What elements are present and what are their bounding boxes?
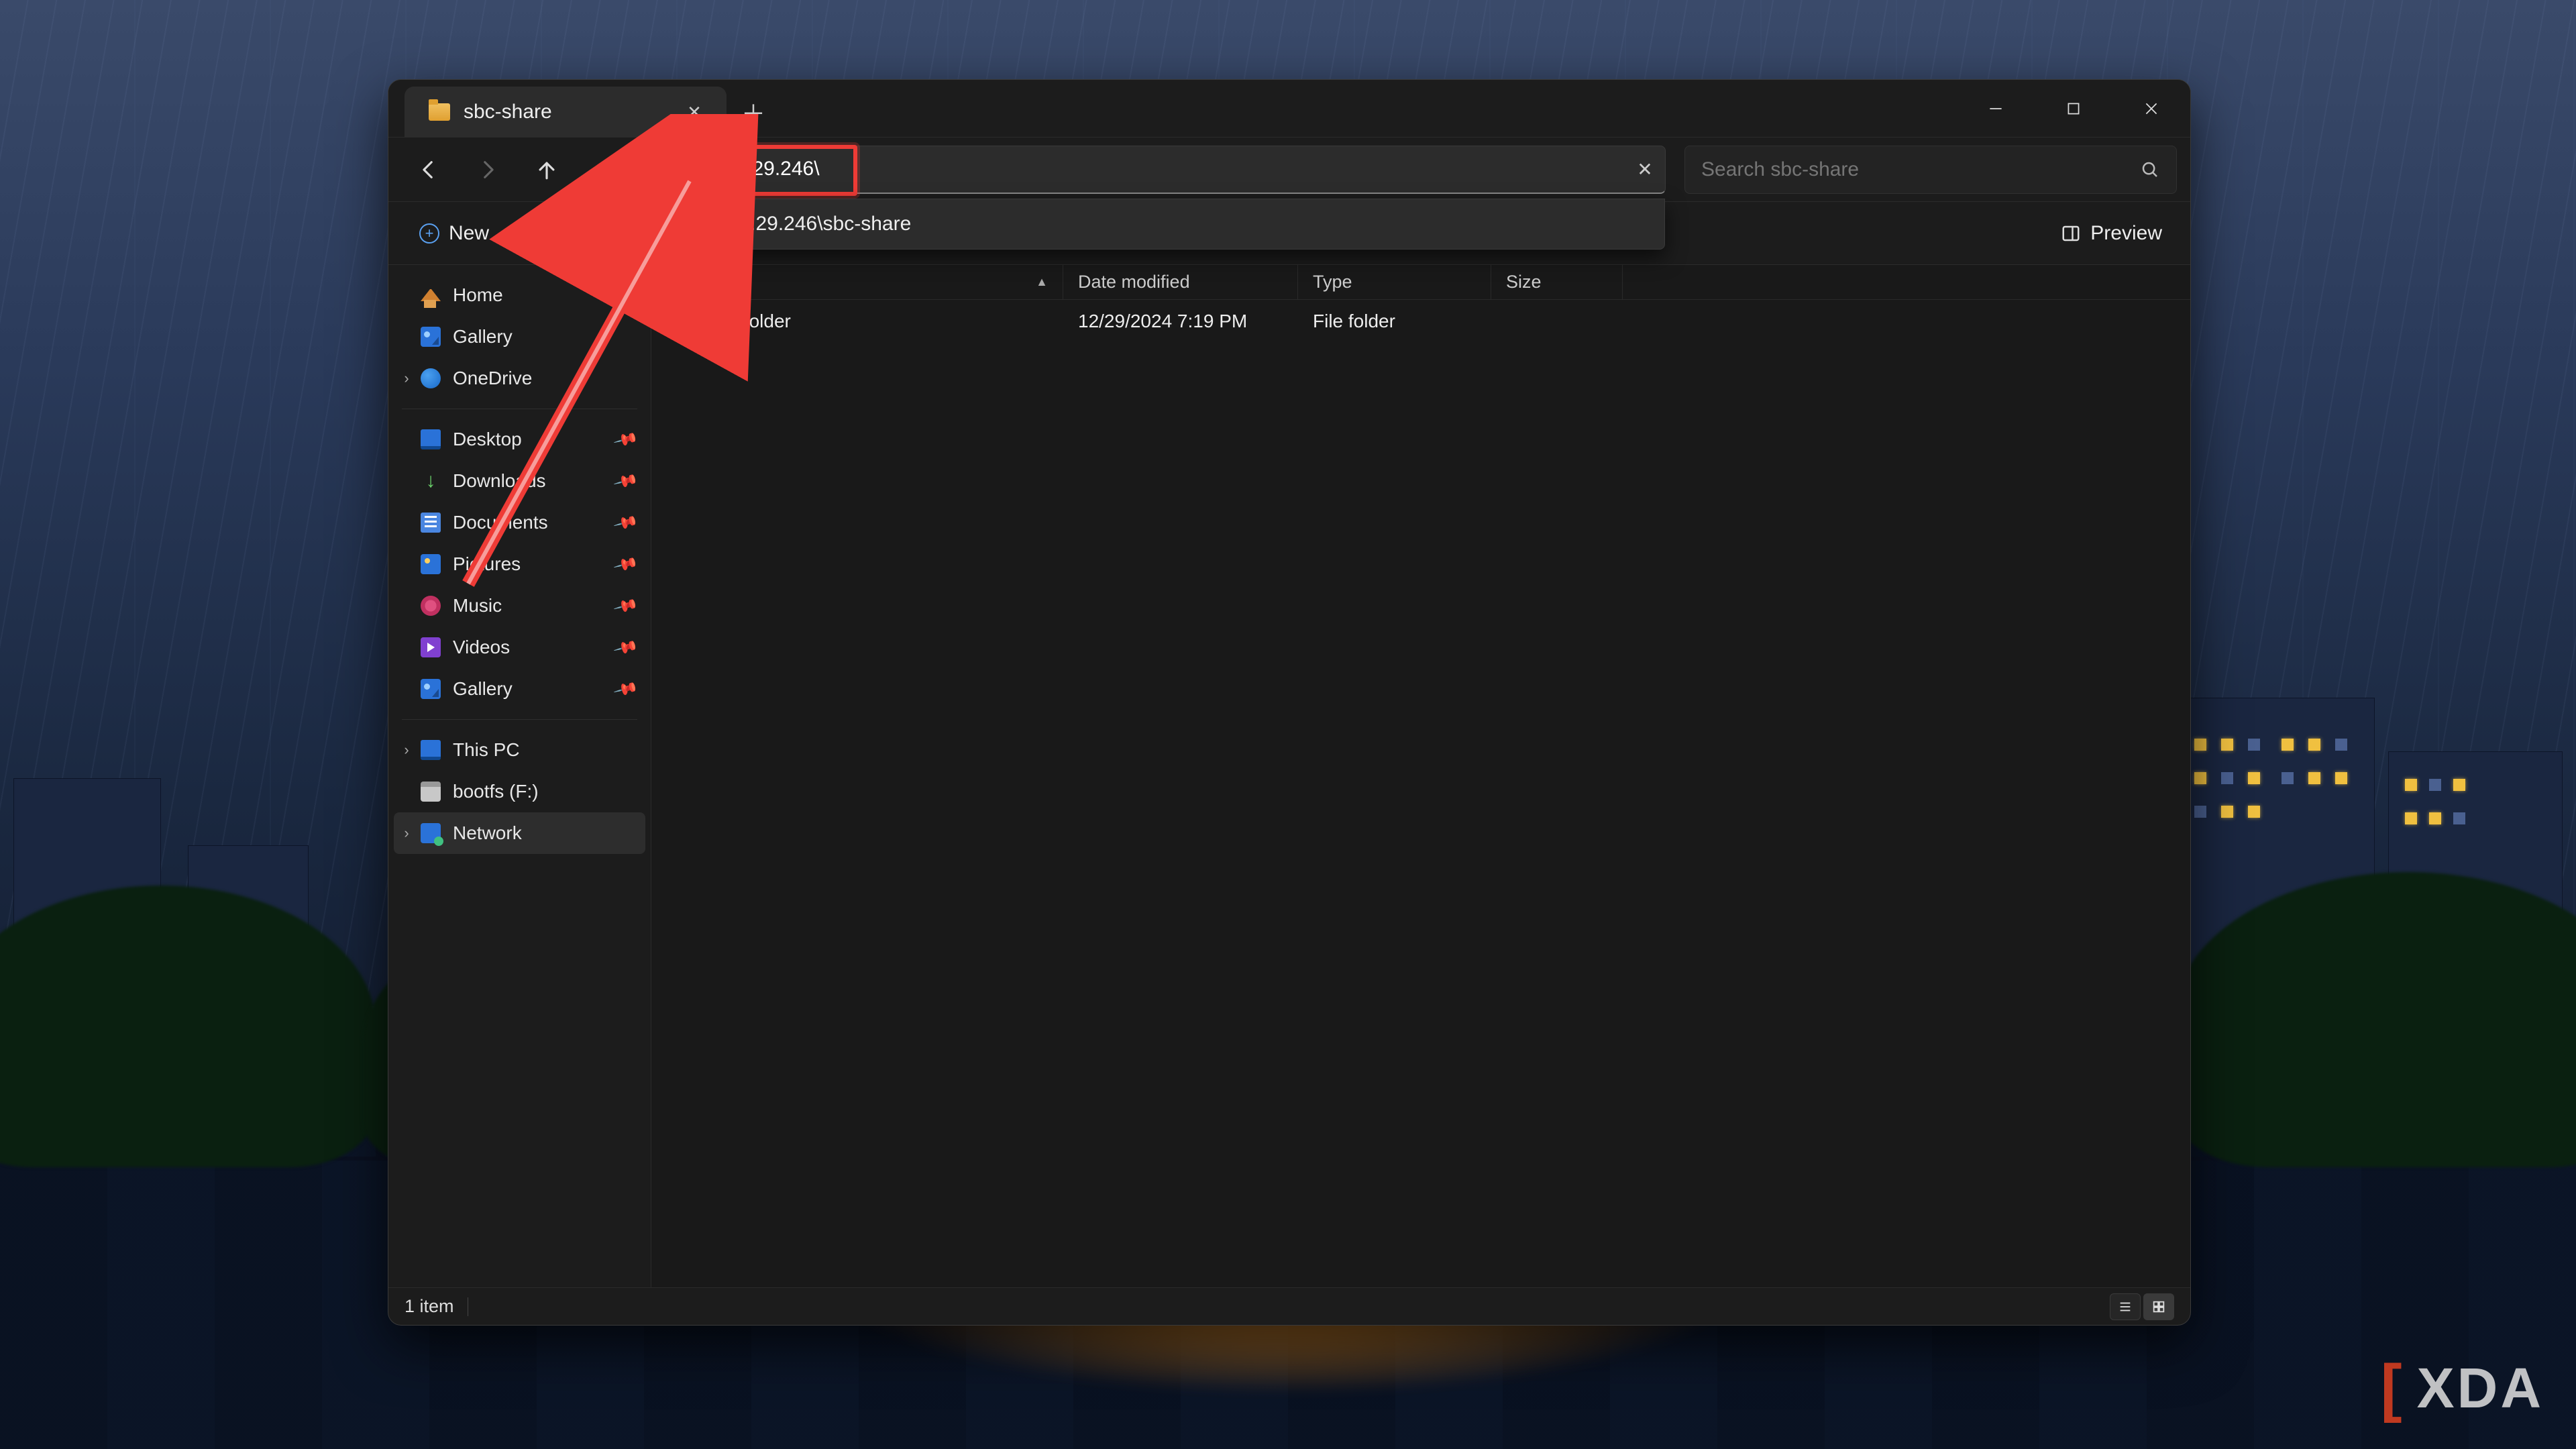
onedrive-icon bbox=[421, 368, 441, 388]
drive-icon bbox=[421, 782, 441, 802]
maximize-button[interactable] bbox=[2035, 80, 2112, 137]
network-icon bbox=[421, 823, 441, 843]
sidebar-item-pictures[interactable]: Pictures📌 bbox=[394, 543, 645, 585]
address-suggestion-item[interactable]: \\192.168.29.246\sbc-share bbox=[647, 199, 1664, 249]
file-row[interactable]: New folder 12/29/2024 7:19 PM File folde… bbox=[651, 300, 2190, 343]
downloads-icon: ↓ bbox=[421, 471, 441, 491]
folder-icon bbox=[429, 103, 450, 121]
sidebar-item-documents[interactable]: Documents📌 bbox=[394, 502, 645, 543]
sidebar-item-home[interactable]: Home bbox=[394, 274, 645, 316]
column-header-size[interactable]: Size bbox=[1491, 265, 1623, 299]
tab-active[interactable]: sbc-share ✕ bbox=[405, 87, 727, 138]
gallery-icon bbox=[421, 327, 441, 347]
preview-label: Preview bbox=[2090, 222, 2162, 245]
new-tab-button[interactable]: ＋ bbox=[727, 87, 780, 137]
column-header-name[interactable]: Name▲ bbox=[651, 265, 1063, 299]
sidebar-divider bbox=[402, 719, 637, 720]
sidebar-item-desktop[interactable]: Desktop📌 bbox=[394, 419, 645, 460]
column-headers: Name▲ Date modified Type Size bbox=[651, 265, 2190, 300]
xda-watermark: [XDA bbox=[2381, 1351, 2544, 1425]
address-input[interactable] bbox=[647, 158, 1625, 180]
gallery-icon bbox=[421, 679, 441, 699]
cut-button[interactable] bbox=[564, 213, 606, 254]
sidebar-item-network[interactable]: ›Network bbox=[394, 812, 645, 854]
documents-icon bbox=[421, 513, 441, 533]
status-bar: 1 item bbox=[388, 1287, 2190, 1325]
home-icon bbox=[421, 289, 441, 301]
address-bar[interactable]: ✕ \\192.168.29.246\sbc-share bbox=[646, 146, 1666, 194]
refresh-button[interactable] bbox=[579, 148, 633, 191]
sidebar-item-music[interactable]: Music📌 bbox=[394, 585, 645, 627]
address-suggestions: \\192.168.29.246\sbc-share bbox=[647, 199, 1665, 250]
sidebar-item-this-pc[interactable]: ›This PC bbox=[394, 729, 645, 771]
pin-icon: 📌 bbox=[612, 468, 639, 494]
back-button[interactable] bbox=[402, 148, 455, 191]
file-list: New folder 12/29/2024 7:19 PM File folde… bbox=[651, 300, 2190, 1287]
videos-icon bbox=[421, 637, 441, 657]
chevron-down-icon: ⌄ bbox=[498, 225, 510, 241]
pin-icon: 📌 bbox=[612, 426, 639, 453]
desktop-icon bbox=[421, 429, 441, 449]
file-type: File folder bbox=[1298, 311, 1491, 332]
status-item-count: 1 item bbox=[405, 1296, 454, 1317]
chevron-right-icon[interactable]: › bbox=[398, 741, 415, 759]
pictures-icon bbox=[421, 554, 441, 574]
search-box[interactable] bbox=[1684, 146, 2177, 194]
pin-icon: 📌 bbox=[612, 592, 639, 619]
pin-icon: 📌 bbox=[612, 634, 639, 661]
file-date: 12/29/2024 7:19 PM bbox=[1063, 311, 1298, 332]
file-name: New folder bbox=[701, 311, 791, 332]
close-window-button[interactable] bbox=[2112, 80, 2190, 137]
sort-asc-icon: ▲ bbox=[1036, 275, 1048, 289]
pc-icon bbox=[421, 740, 441, 760]
sidebar-item-videos[interactable]: Videos📌 bbox=[394, 627, 645, 668]
folder-icon bbox=[666, 312, 689, 331]
up-button[interactable] bbox=[520, 148, 574, 191]
music-icon bbox=[421, 596, 441, 616]
pin-icon: 📌 bbox=[612, 509, 639, 536]
sidebar-item-downloads[interactable]: ↓Downloads📌 bbox=[394, 460, 645, 502]
address-clear-button[interactable]: ✕ bbox=[1625, 149, 1665, 189]
preview-pane-icon bbox=[2061, 223, 2081, 244]
chevron-right-icon[interactable]: › bbox=[398, 824, 415, 842]
new-label: New bbox=[449, 222, 489, 245]
view-details-button[interactable] bbox=[2110, 1293, 2141, 1320]
file-list-pane: Name▲ Date modified Type Size New folder… bbox=[651, 265, 2190, 1287]
chevron-right-icon[interactable]: › bbox=[398, 370, 415, 387]
search-input[interactable] bbox=[1701, 158, 2140, 181]
file-explorer-window: sbc-share ✕ ＋ ✕ \\192.168.29.246\sbc-sha… bbox=[388, 79, 2191, 1326]
search-icon bbox=[2140, 160, 2160, 180]
navigation-sidebar: Home Gallery ›OneDrive Desktop📌 ↓Downloa… bbox=[388, 265, 651, 1287]
navigation-bar: ✕ \\192.168.29.246\sbc-share bbox=[388, 138, 2190, 202]
sidebar-item-bootfs[interactable]: bootfs (F:) bbox=[394, 771, 645, 812]
tab-close-button[interactable]: ✕ bbox=[681, 99, 708, 125]
title-bar: sbc-share ✕ ＋ bbox=[388, 80, 2190, 138]
view-thumbnails-button[interactable] bbox=[2143, 1293, 2174, 1320]
pin-icon: 📌 bbox=[612, 676, 639, 702]
sidebar-item-gallery-pinned[interactable]: Gallery📌 bbox=[394, 668, 645, 710]
column-header-date[interactable]: Date modified bbox=[1063, 265, 1298, 299]
new-button[interactable]: + New ⌄ bbox=[403, 213, 526, 254]
pin-icon: 📌 bbox=[612, 551, 639, 578]
tab-title: sbc-share bbox=[464, 101, 552, 123]
sidebar-item-onedrive[interactable]: ›OneDrive bbox=[394, 358, 645, 399]
plus-circle-icon: + bbox=[419, 223, 439, 244]
forward-button[interactable] bbox=[461, 148, 515, 191]
minimize-button[interactable] bbox=[1957, 80, 2035, 137]
preview-button[interactable]: Preview bbox=[2047, 213, 2176, 254]
column-header-type[interactable]: Type bbox=[1298, 265, 1491, 299]
sidebar-item-gallery[interactable]: Gallery bbox=[394, 316, 645, 358]
